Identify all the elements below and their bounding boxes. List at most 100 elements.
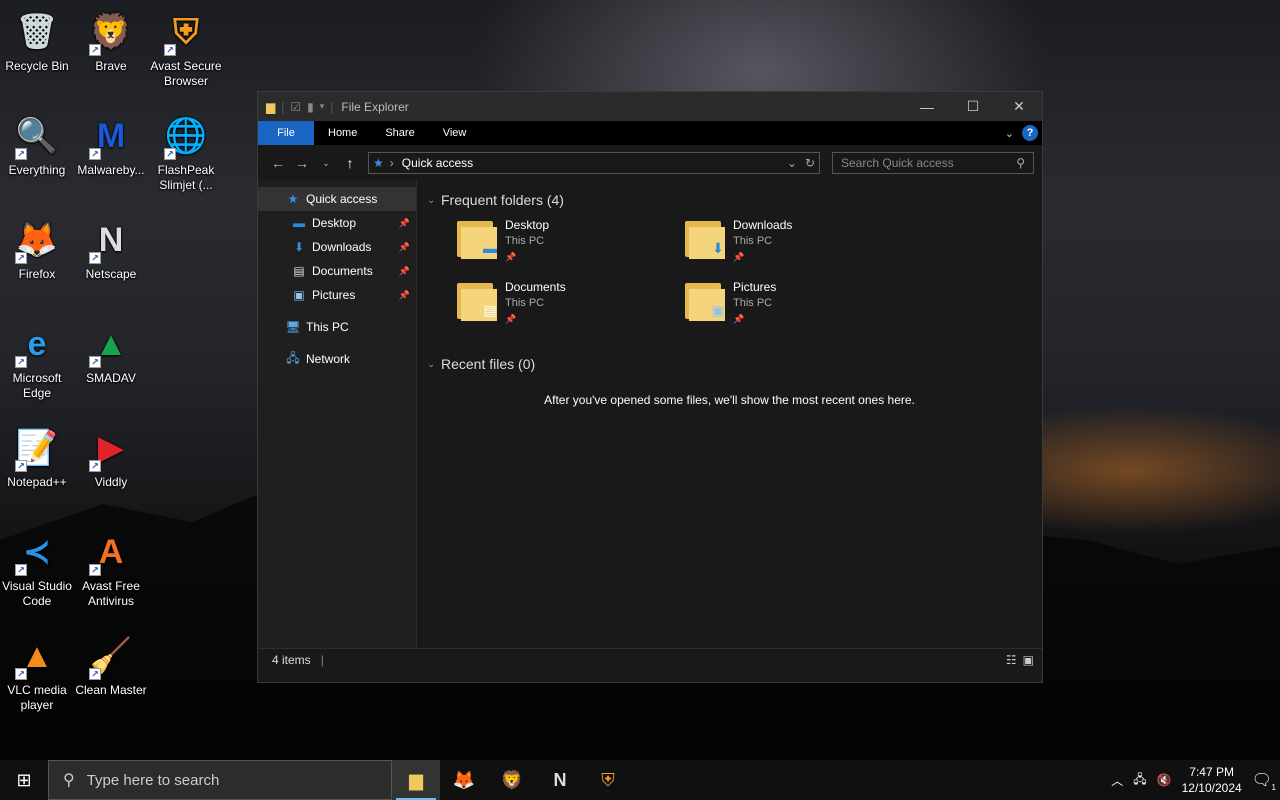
desktop-shortcut-label: Netscape: [85, 267, 137, 281]
system-tray: ︿ 🖧 🔇 7:47 PM 12/10/2024 🗨 1: [1111, 764, 1280, 796]
desktop-shortcut[interactable]: ▲ ↗ SMADAV: [74, 320, 148, 386]
pin-icon: 📌: [398, 265, 410, 276]
desktop-shortcut[interactable]: 🧹 ↗ Clean Master: [74, 632, 148, 698]
desktop-shortcut-label: SMADAV: [86, 371, 136, 385]
recent-files-header[interactable]: ⌄ Recent files (0): [427, 353, 1042, 375]
folder-name: Desktop: [505, 218, 550, 232]
desktop-shortcut[interactable]: 🦊 ↗ Firefox: [0, 216, 74, 282]
taskbar: ⊞ ⚲ Type here to search ▆ 🦊 🦁 N ⛨ ︿ 🖧 🔇 …: [0, 760, 1280, 800]
shortcut-arrow-icon: ↗: [15, 252, 27, 264]
document-icon: ▤: [293, 264, 305, 278]
desktop-shortcut-label: Brave: [95, 59, 127, 73]
desktop-shortcut-label: VLC media player: [7, 683, 67, 712]
desktop-shortcut-label: Viddly: [94, 475, 128, 489]
folder-icon: ▆: [266, 99, 276, 114]
pin-icon: 📌: [398, 289, 410, 300]
recent-locations-icon[interactable]: ⌄: [314, 158, 338, 169]
folder-icon: ▬: [457, 217, 497, 259]
breadcrumb-chevron-icon[interactable]: ›: [390, 156, 394, 170]
tab-share[interactable]: Share: [371, 121, 428, 145]
desktop-shortcut[interactable]: A ↗ Avast Free Antivirus: [74, 528, 148, 609]
desktop-shortcut[interactable]: N ↗ Netscape: [74, 216, 148, 282]
address-bar[interactable]: ★ › Quick access ⌄ ↻: [368, 152, 820, 174]
forward-arrow-icon[interactable]: →: [290, 155, 314, 171]
desktop-shortcut[interactable]: 🦁 ↗ Brave: [74, 8, 148, 74]
nav-item-network[interactable]: 🖧 Network: [258, 347, 416, 371]
address-text: Quick access: [401, 156, 474, 170]
desktop-shortcut-label: Firefox: [18, 267, 56, 281]
collapse-chevron-icon[interactable]: ⌄: [427, 359, 441, 370]
address-dropdown-icon[interactable]: ⌄: [787, 156, 797, 170]
navigation-bar: ← → ⌄ ↑ ★ › Quick access ⌄ ↻ Search Quic…: [258, 145, 1042, 181]
desktop-shortcut[interactable]: M ↗ Malwareby...: [74, 112, 148, 178]
recent-files-empty-message: After you've opened some files, we'll sh…: [544, 393, 915, 407]
desktop-shortcut[interactable]: 🗑 Recycle Bin: [0, 8, 74, 74]
frequent-folder-item[interactable]: ▣ Pictures This PC 📌: [685, 279, 913, 327]
desktop-shortcut[interactable]: ≺ ↗ Visual Studio Code: [0, 528, 74, 609]
collapse-chevron-icon[interactable]: ⌄: [427, 195, 441, 206]
desktop-shortcut[interactable]: ▲ ↗ VLC media player: [0, 632, 74, 713]
properties-icon[interactable]: ☑: [290, 100, 301, 114]
taskbar-search-input[interactable]: ⚲ Type here to search: [48, 760, 392, 800]
desktop-shortcut-label: Clean Master: [75, 683, 147, 697]
taskbar-brave-icon[interactable]: 🦁: [488, 760, 536, 800]
back-arrow-icon[interactable]: ←: [266, 155, 290, 171]
details-view-icon[interactable]: ☷: [1006, 653, 1017, 667]
new-folder-icon[interactable]: ▮: [307, 100, 314, 114]
taskbar-file-explorer-icon[interactable]: ▆: [392, 760, 440, 800]
taskbar-avast-browser-icon[interactable]: ⛨: [584, 760, 632, 800]
title-bar[interactable]: ▆ | ☑ ▮ ▾ | File Explorer — ☐ ✕: [258, 92, 1042, 121]
folder-location: This PC: [505, 297, 545, 309]
nav-item-pictures[interactable]: ▣ Pictures 📌: [258, 283, 416, 307]
customize-toolbar-icon[interactable]: ▾: [320, 101, 325, 112]
frequent-folder-item[interactable]: ▤ Documents This PC 📌: [457, 279, 685, 327]
desktop-shortcut[interactable]: 🌐 ↗ FlashPeak Slimjet (...: [149, 112, 223, 193]
tab-file[interactable]: File: [258, 121, 314, 145]
frequent-folder-item[interactable]: ▬ Desktop This PC 📌: [457, 217, 685, 265]
start-button[interactable]: ⊞: [0, 760, 48, 800]
refresh-icon[interactable]: ↻: [805, 156, 815, 170]
nav-item-downloads[interactable]: ⬇ Downloads 📌: [258, 235, 416, 259]
volume-muted-icon[interactable]: 🔇: [1157, 773, 1172, 787]
pin-icon: 📌: [505, 252, 517, 262]
nav-item-documents[interactable]: ▤ Documents 📌: [258, 259, 416, 283]
desktop-shortcut-label: Recycle Bin: [5, 59, 69, 73]
star-icon: ★: [287, 192, 299, 206]
maximize-button[interactable]: ☐: [950, 92, 996, 121]
up-arrow-icon[interactable]: ↑: [338, 155, 362, 171]
desktop-shortcut[interactable]: ⛨ ↗ Avast Secure Browser: [149, 8, 223, 89]
search-input[interactable]: Search Quick access ⚲: [832, 152, 1034, 174]
notification-center-icon[interactable]: 🗨 1: [1252, 770, 1276, 792]
frequent-folders-grid: ▬ Desktop This PC 📌 ⬇ Downloads This PC 📌 ▤ Docum…: [427, 211, 1042, 327]
nav-item-this-pc[interactable]: 🖥 This PC: [258, 315, 416, 339]
ribbon: File Home Share View ⌄ ?: [258, 121, 1042, 145]
frequent-folders-header[interactable]: ⌄ Frequent folders (4): [427, 189, 1042, 211]
search-icon: ⚲: [1016, 156, 1025, 170]
clock[interactable]: 7:47 PM 12/10/2024: [1182, 764, 1242, 796]
desktop-shortcut[interactable]: 📝 ↗ Notepad++: [0, 424, 74, 490]
taskbar-search-placeholder: Type here to search: [86, 771, 220, 789]
network-status-icon[interactable]: 🖧: [1133, 770, 1146, 791]
expand-ribbon-icon[interactable]: ⌄: [1005, 127, 1014, 140]
close-button[interactable]: ✕: [996, 92, 1042, 121]
nav-item-quick-access[interactable]: ★ Quick access: [258, 187, 416, 211]
nav-item-desktop[interactable]: ▬ Desktop 📌: [258, 211, 416, 235]
taskbar-netscape-icon[interactable]: N: [536, 760, 584, 800]
pictures-icon: ▣: [293, 288, 305, 302]
tab-home[interactable]: Home: [314, 121, 371, 145]
desktop-shortcut[interactable]: e ↗ Microsoft Edge: [0, 320, 74, 401]
large-icons-view-icon[interactable]: ▣: [1023, 653, 1034, 667]
desktop-shortcut[interactable]: 🔍 ↗ Everything: [0, 112, 74, 178]
show-hidden-icons-chevron-icon[interactable]: ︿: [1111, 772, 1123, 789]
tab-view[interactable]: View: [429, 121, 481, 145]
help-icon[interactable]: ?: [1022, 125, 1038, 141]
desktop-shortcut-label: Malwareby...: [77, 163, 145, 177]
desktop-folder-icon: ▬: [293, 216, 305, 230]
shortcut-arrow-icon: ↗: [15, 564, 27, 576]
desktop-shortcut-label: Everything: [8, 163, 66, 177]
minimize-button[interactable]: —: [904, 92, 950, 121]
frequent-folder-item[interactable]: ⬇ Downloads This PC 📌: [685, 217, 913, 265]
pin-icon: 📌: [733, 314, 745, 324]
taskbar-firefox-icon[interactable]: 🦊: [440, 760, 488, 800]
desktop-shortcut[interactable]: ▶ ↗ Viddly: [74, 424, 148, 490]
